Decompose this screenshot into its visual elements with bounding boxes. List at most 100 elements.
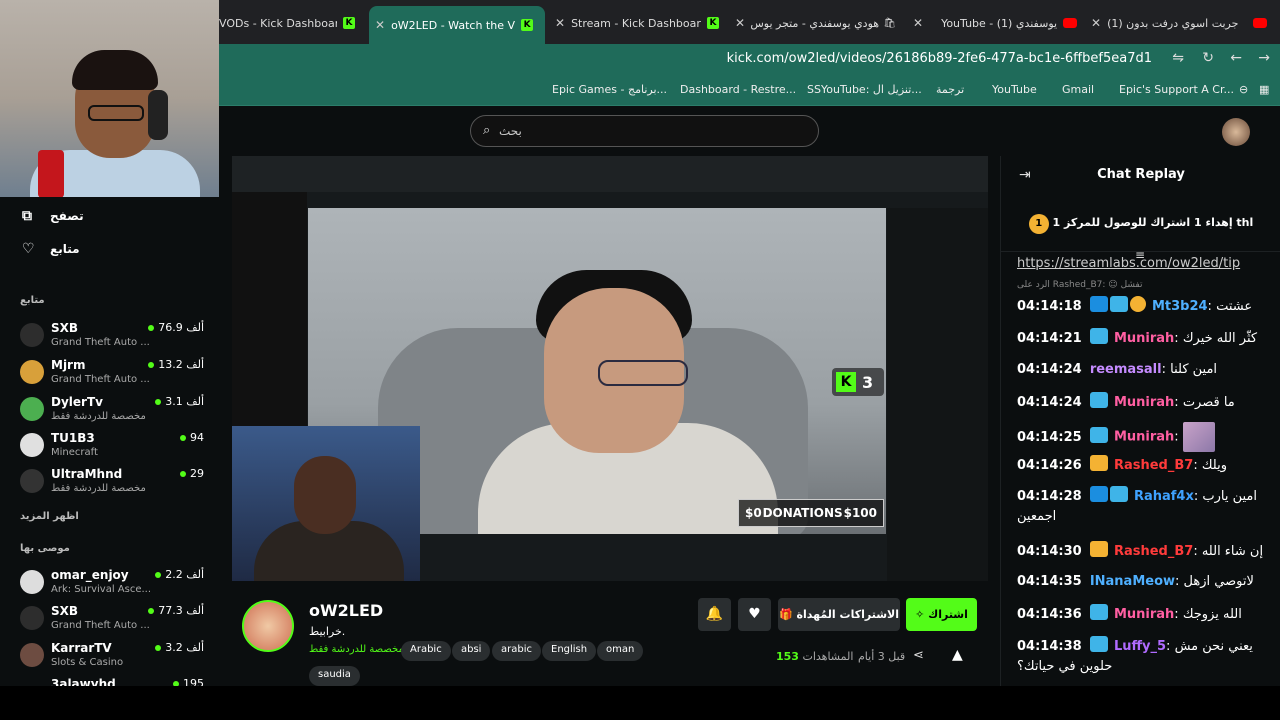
- bookmark-youtube[interactable]: YouTube: [992, 83, 1037, 96]
- viewer-count: 76.9 ألف: [148, 321, 204, 334]
- tab-label: YouTube - (1) يوسفندي: [941, 16, 1058, 30]
- video-player[interactable]: K 3 $0 DONATIONS $100: [232, 156, 988, 581]
- sparkle-icon: ✧: [915, 608, 929, 621]
- close-icon[interactable]: ✕: [1091, 16, 1101, 30]
- sidebar-label: متابع: [50, 242, 80, 256]
- back-icon[interactable]: ←: [1230, 50, 1242, 66]
- sidebar-item-browse[interactable]: ⧉ تصفح: [22, 208, 84, 224]
- moderator-badge-icon: [1089, 296, 1108, 312]
- avatar: [20, 360, 44, 384]
- user-avatar[interactable]: [1222, 118, 1250, 146]
- sidebar-channel[interactable]: SXB Grand Theft Auto ... 76.9 ألف: [20, 321, 210, 357]
- sidebar-channel[interactable]: SXB Grand Theft Auto ... 77.3 ألف: [20, 604, 210, 640]
- chat-message: 04:14:36 Munirah: الله يزوجك: [1017, 604, 1275, 625]
- sidebar-channel[interactable]: TU1B3 Minecraft 94: [20, 431, 210, 467]
- apps-grid-icon[interactable]: ▦: [1259, 83, 1269, 96]
- forward-icon[interactable]: →: [1258, 50, 1270, 66]
- medal-icon: 1: [1028, 214, 1049, 234]
- collapse-chat-icon[interactable]: ⇥: [1019, 167, 1031, 183]
- gift-leaderboard-banner: 1 إهداء 1 اشتراك للوصول للمركز 1 thا: [1001, 196, 1280, 252]
- sidebar-channel[interactable]: KarrarTV Slots & Casino 3.2 ألف: [20, 641, 210, 677]
- close-icon[interactable]: ✕: [913, 16, 923, 30]
- reply-context: الرد على Rashed_B7: ☺ تفشل: [1017, 280, 1143, 290]
- viewer-count: 3.1 ألف: [155, 395, 204, 408]
- bell-icon: 🔔: [705, 606, 724, 622]
- show-more-link[interactable]: اظهر المزيد: [20, 511, 79, 522]
- kick-icon: K: [343, 17, 355, 29]
- tag[interactable]: saudia: [309, 666, 360, 686]
- gift-icon: 🎁: [779, 608, 797, 621]
- view-count: 153 المشاهدات: [776, 650, 854, 663]
- share-icon[interactable]: ⋖: [913, 648, 924, 663]
- tab-vods-dashboard[interactable]: VODs - Kick Dashboard K: [219, 8, 369, 38]
- crown-badge-icon: [1089, 541, 1108, 557]
- subscribe-button[interactable]: ✧ اشتراك: [906, 598, 977, 631]
- close-icon[interactable]: ✕: [375, 18, 385, 32]
- kick-counter-badge: K 3: [832, 368, 884, 396]
- tab-label: Stream - Kick Dashboard: [571, 16, 702, 30]
- channel-name: UltraMhnd: [51, 467, 123, 481]
- tag[interactable]: Arabic: [401, 641, 451, 661]
- close-icon[interactable]: ✕: [735, 16, 745, 30]
- tag[interactable]: oman: [597, 641, 644, 661]
- stream-category[interactable]: مخصصة للدردشة فقط: [309, 644, 404, 655]
- viewer-count: 94: [180, 431, 204, 444]
- follow-button[interactable]: ♥: [738, 598, 771, 631]
- tab-youtube[interactable]: ✕ YouTube - (1) يوسفندي: [907, 8, 1085, 38]
- channel-game: Ark: Survival Asce...: [51, 584, 151, 595]
- gift-subs-button[interactable]: 🎁 الاشتراكات المُهداة: [778, 598, 900, 631]
- emote-image: [1182, 422, 1215, 452]
- sidebar-channel[interactable]: 3alawyhd 195: [20, 677, 210, 686]
- sidebar-channel[interactable]: omar_enjoy Ark: Survival Asce... 2.2 ألف: [20, 568, 210, 604]
- avatar: [20, 606, 44, 630]
- link-icon[interactable]: ⊖: [1239, 83, 1248, 96]
- channel-name[interactable]: oW2LED: [309, 601, 383, 620]
- tab-watch-vod[interactable]: ✕ oW2LED - Watch the V K: [369, 6, 545, 44]
- sidebar-channel[interactable]: DylerTv مخصصة للدردشة فقط 3.1 ألف: [20, 395, 210, 431]
- url-field[interactable]: kick.com/ow2led/videos/26186b89-2fe6-477…: [727, 51, 1152, 66]
- chat-link[interactable]: https://streamlabs.com/ow2led/tip: [1017, 256, 1240, 271]
- notification-button[interactable]: 🔔: [698, 598, 731, 631]
- bookmark-translate[interactable]: ترجمة: [936, 83, 964, 96]
- bookmark-gmail[interactable]: Gmail: [1062, 83, 1094, 96]
- report-icon[interactable]: ▲: [952, 647, 963, 663]
- donations-goal: $0 DONATIONS $100: [738, 499, 884, 527]
- bookmark-restream[interactable]: Dashboard - Restre...: [680, 83, 796, 96]
- bookmark-ssyoutube[interactable]: SSYouTube: تنزيل ال...: [807, 83, 922, 96]
- tag[interactable]: English: [542, 641, 597, 661]
- youtube-icon: [1253, 18, 1268, 28]
- tab-youtube-video[interactable]: ✕ (1) جربت اسوي درفت بدون: [1085, 8, 1280, 38]
- close-icon[interactable]: ✕: [555, 16, 565, 30]
- search-input[interactable]: ⌕ بحث: [470, 115, 819, 147]
- reload-icon[interactable]: ↻: [1202, 50, 1214, 66]
- tag[interactable]: absi: [452, 641, 491, 661]
- translate-icon[interactable]: ⇋: [1172, 50, 1184, 66]
- chat-message: 04:14:30 Rashed_B7: إن شاء الله: [1017, 541, 1275, 562]
- tab-stream-dashboard[interactable]: ✕ Stream - Kick Dashboard K: [549, 8, 725, 38]
- chat-message: 04:14:28 Rahaf4x: امين يارب اجمعين: [1017, 486, 1275, 527]
- channel-avatar[interactable]: [242, 600, 294, 652]
- sidebar-channel[interactable]: Mjrm Grand Theft Auto ... 13.2 ألف: [20, 358, 210, 394]
- webcam-overlay: [0, 0, 219, 197]
- avatar: [20, 397, 44, 421]
- og-badge-icon: [1089, 392, 1108, 408]
- sidebar-item-following[interactable]: ♡ متابع: [22, 241, 80, 257]
- channel-name: TU1B3: [51, 431, 95, 445]
- tab-shop[interactable]: ✕ هودي يوسفندي - متجر يوس 🛍: [729, 8, 907, 38]
- bottom-black-bar: [0, 686, 1280, 720]
- sidebar-channel[interactable]: UltraMhnd مخصصة للدردشة فقط 29: [20, 467, 210, 503]
- bookmark-epic-support[interactable]: Epic's Support A Cr...: [1119, 83, 1234, 96]
- viewer-count: 2.2 ألف: [155, 568, 204, 581]
- stream-browser-capture: [232, 156, 988, 192]
- bookmarks-bar: Epic's Support A Cr... Gmail YouTube ترج…: [219, 74, 1280, 106]
- tag[interactable]: arabic: [492, 641, 541, 661]
- avatar: [20, 433, 44, 457]
- channel-name: 3alawyhd: [51, 677, 116, 686]
- channel-name: omar_enjoy: [51, 568, 129, 582]
- bookmark-epic-games[interactable]: Epic Games - برنامج...: [552, 83, 667, 96]
- stream-chat-capture: [887, 208, 988, 581]
- avatar: [20, 643, 44, 667]
- chat-message: 04:14:38 Luffy_5: يعني نحن مش حلوين في ح…: [1017, 636, 1275, 677]
- search-icon: ⌕: [483, 123, 491, 138]
- heart-icon: ♥: [748, 606, 761, 622]
